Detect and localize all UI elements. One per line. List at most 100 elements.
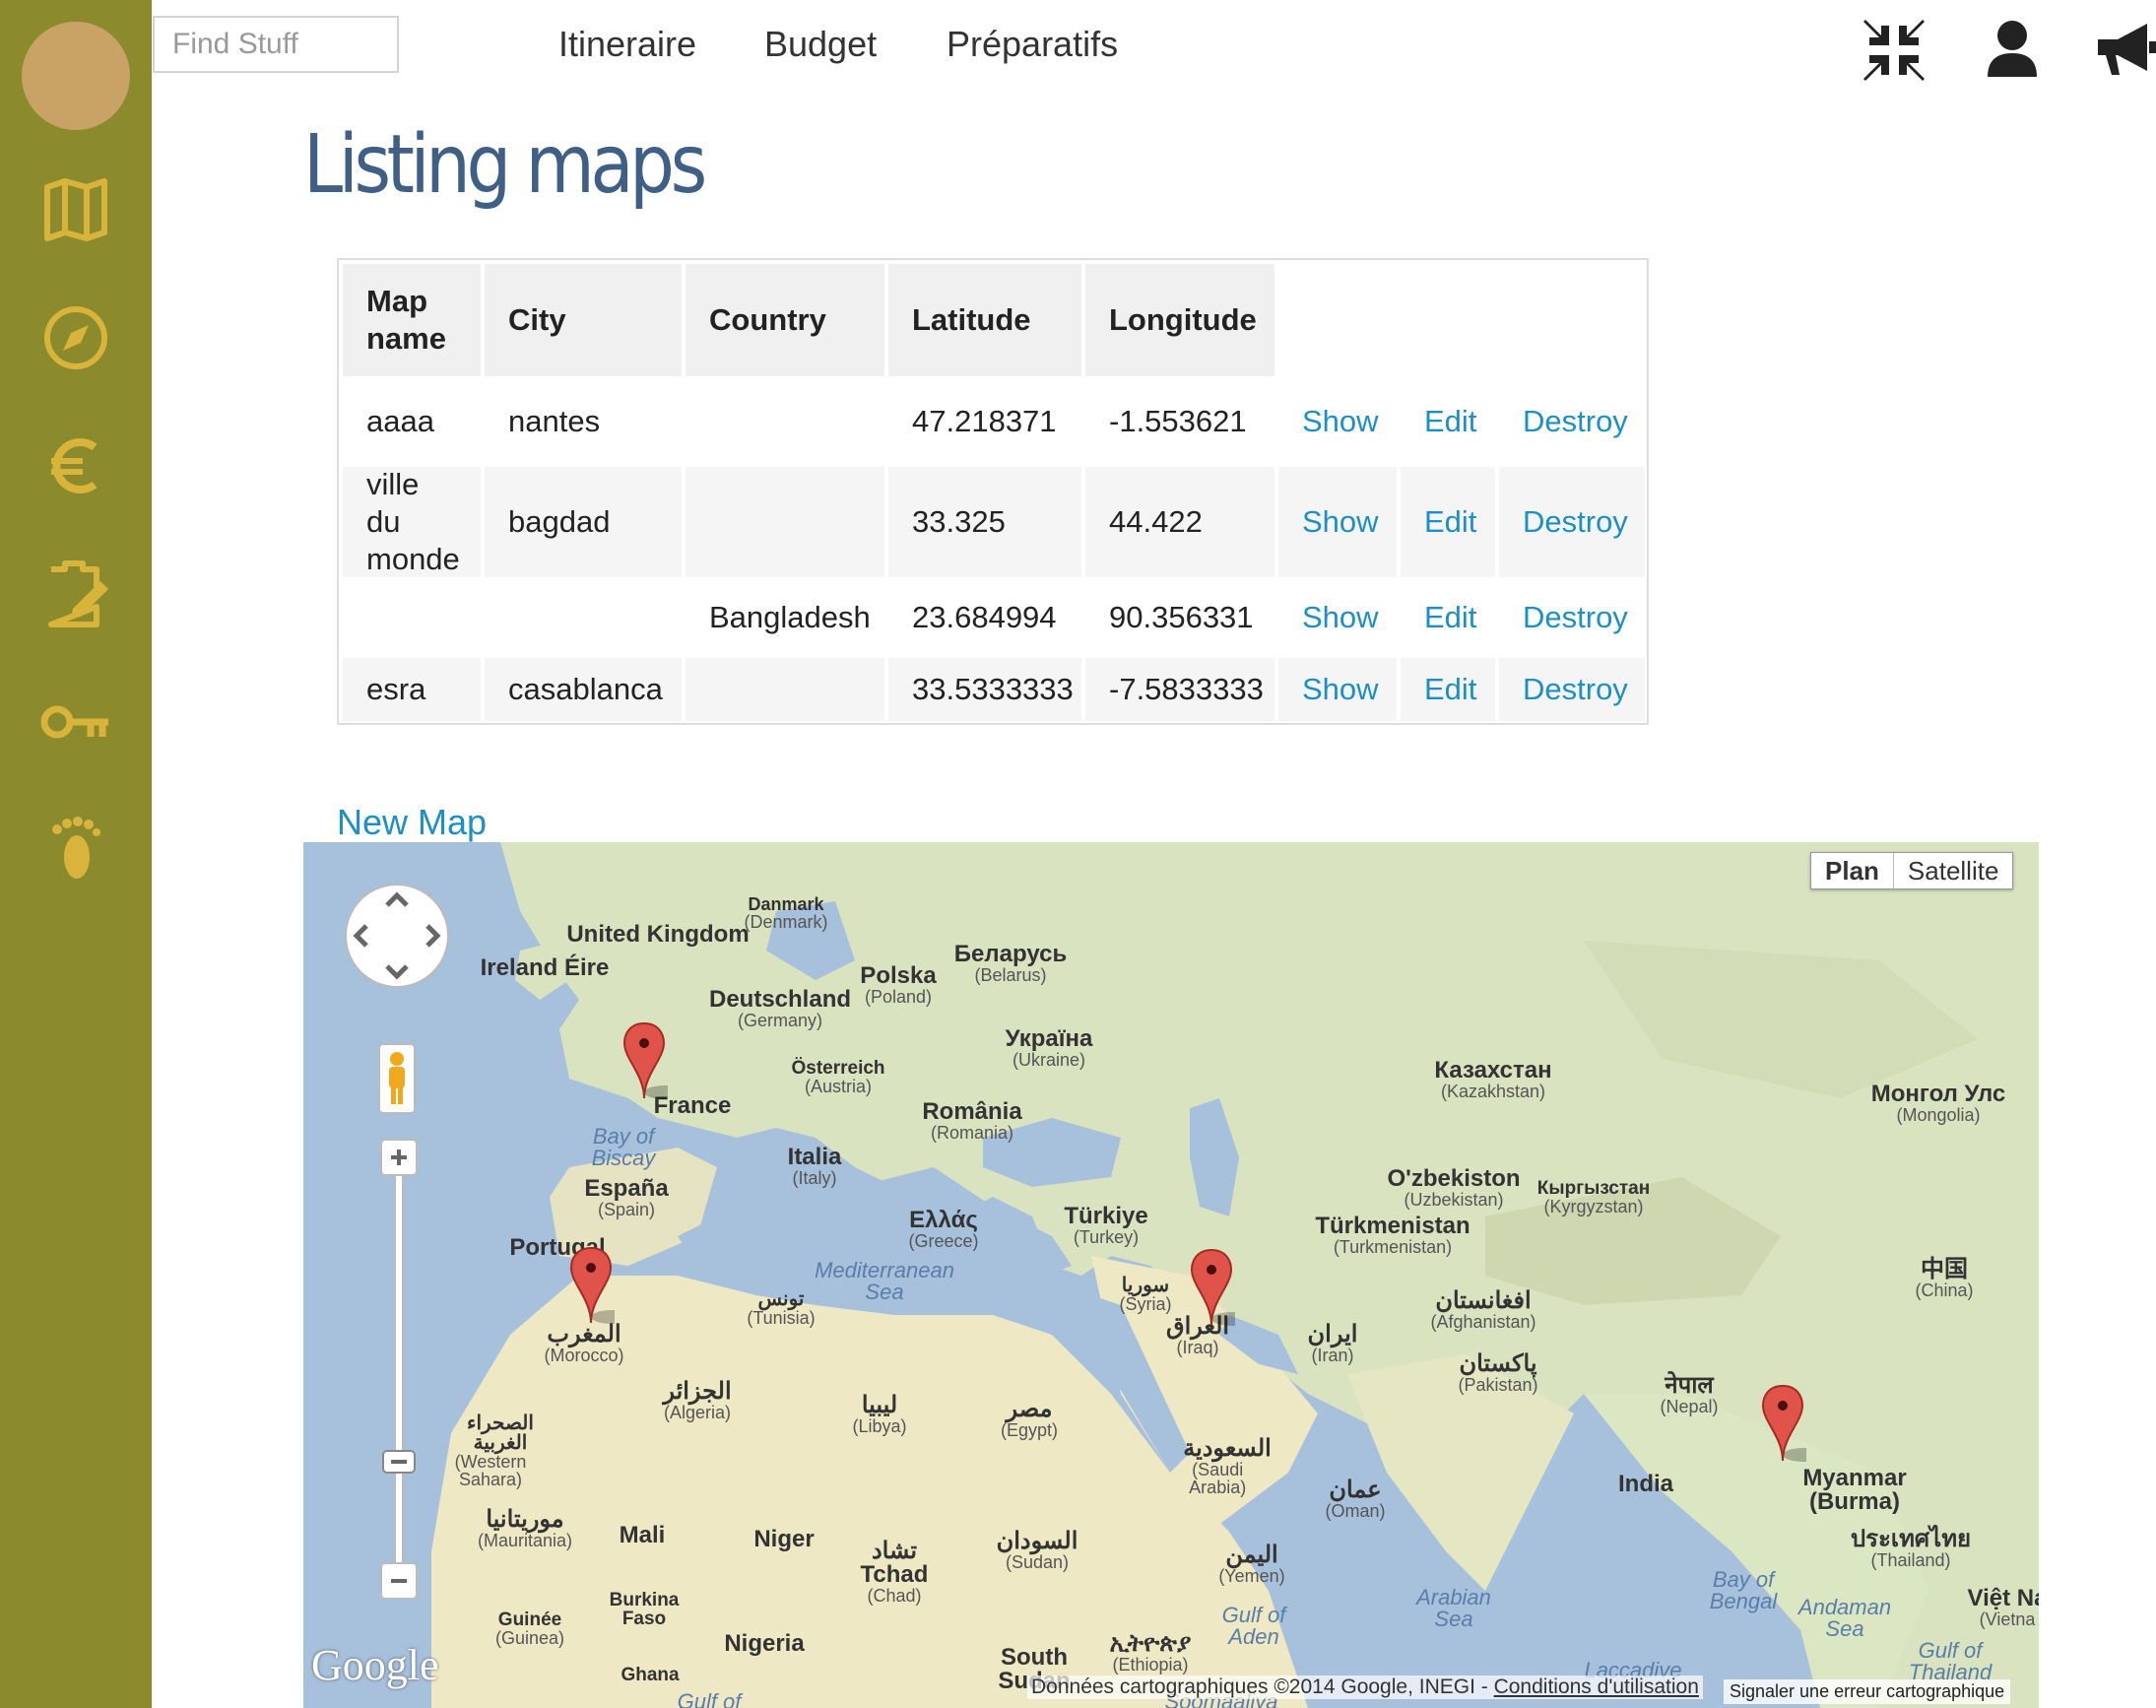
avatar[interactable] xyxy=(22,22,130,130)
map-label: المغرب (Morocco) xyxy=(544,1321,624,1365)
cell-latitude: 23.684994 xyxy=(912,600,1057,634)
edit-link[interactable]: Edit xyxy=(1401,658,1495,721)
map-label: Türkmenistan (Turkmenistan) xyxy=(1315,1213,1470,1257)
map-view[interactable]: Danmark (Denmark) United Kingdom Ireland … xyxy=(303,842,2039,1708)
map-pin-icon[interactable] xyxy=(1188,1248,1235,1327)
report-error-link[interactable]: Signaler une erreur cartographique xyxy=(1724,1679,2011,1704)
header-longitude: Longitude xyxy=(1085,264,1274,376)
key-icon[interactable] xyxy=(39,686,112,758)
map-label: الجزائر (Algeria) xyxy=(663,1378,732,1422)
map-label: 中国 (China) xyxy=(1915,1256,1974,1300)
header-country: Country xyxy=(686,264,884,376)
map-label: ኢትዮጵያ (Ethiopia) xyxy=(1109,1630,1192,1675)
map-label: Burkina Faso xyxy=(609,1590,680,1629)
map-pin-icon[interactable] xyxy=(1759,1384,1806,1463)
destroy-link[interactable]: Destroy xyxy=(1499,467,1645,577)
cell-longitude: 44.422 xyxy=(1085,467,1274,577)
show-link[interactable]: Show xyxy=(1278,380,1397,463)
attribution-text: Données cartographiques ©2014 Google, IN… xyxy=(1031,1675,1494,1698)
checklist-icon[interactable] xyxy=(39,558,112,630)
user-icon[interactable] xyxy=(1978,16,2047,85)
map-label: Монгол Улс (Mongolia) xyxy=(1870,1081,2006,1125)
footprint-icon[interactable] xyxy=(39,814,112,887)
sea-label: Arabian Sea xyxy=(1416,1585,1491,1631)
map-label: România (Romania) xyxy=(922,1098,1022,1143)
map-label: नेपाल (Nepal) xyxy=(1660,1372,1719,1416)
cell-country xyxy=(686,658,884,721)
show-link[interactable]: Show xyxy=(1278,467,1397,577)
map-pin-icon[interactable] xyxy=(567,1246,615,1325)
show-link[interactable]: Show xyxy=(1278,581,1397,654)
map-label: تشاد Tchad (Chad) xyxy=(860,1538,929,1606)
sea-label: Andaman Sea xyxy=(1797,1595,1892,1641)
search-input[interactable] xyxy=(153,16,399,73)
map-label: Mali xyxy=(619,1522,666,1548)
cell-city: casablanca xyxy=(485,658,682,721)
cell-latitude: 33.325 xyxy=(888,467,1081,577)
header-city: City xyxy=(485,264,682,376)
cell-map-name: ville du monde xyxy=(343,467,481,577)
euro-icon[interactable] xyxy=(39,429,112,502)
cell-longitude: -1.553621 xyxy=(1109,404,1247,438)
new-map-link[interactable]: New Map xyxy=(337,802,487,843)
pan-control[interactable] xyxy=(343,882,451,990)
map-label: Guinée (Guinea) xyxy=(494,1609,565,1648)
sea-label: Gulf of xyxy=(677,1689,742,1708)
cell-map-name xyxy=(343,581,481,654)
map-label: Polska (Poland) xyxy=(860,962,937,1007)
nav-itineraire[interactable]: Itineraire xyxy=(558,24,696,65)
map-icon[interactable] xyxy=(39,173,112,246)
map-label: مصر (Egypt) xyxy=(1000,1396,1059,1440)
map-pin-icon[interactable] xyxy=(621,1021,668,1100)
cell-country: Bangladesh xyxy=(709,600,871,634)
map-label: سوريا (Syria) xyxy=(1119,1275,1172,1314)
map-label: Niger xyxy=(753,1526,815,1552)
map-label: الصحراء الغربية (Western Sahara) xyxy=(454,1412,534,1489)
cell-city: nantes xyxy=(508,404,601,438)
cell-city xyxy=(485,581,682,654)
map-label: Việt Na(Vietna xyxy=(1967,1585,2039,1629)
cell-country xyxy=(686,380,884,463)
nav-budget[interactable]: Budget xyxy=(764,24,877,65)
cell-latitude: 47.218371 xyxy=(912,404,1057,438)
maps-table: Map name City Country Latitude Longitude… xyxy=(337,258,1649,725)
edit-link[interactable]: Edit xyxy=(1401,467,1495,577)
sea-label: Gulf of Thailand xyxy=(1908,1638,1993,1684)
terms-link[interactable]: Conditions d'utilisation xyxy=(1494,1675,1699,1698)
edit-link[interactable]: Edit xyxy=(1401,380,1495,463)
map-type-plan-button[interactable]: Plan xyxy=(1811,853,1894,888)
map-label: Danmark (Denmark) xyxy=(744,894,828,932)
map-type-satellite-button[interactable]: Satellite xyxy=(1894,853,2013,888)
map-label: Türkiye (Turkey) xyxy=(1064,1203,1148,1247)
compass-icon[interactable] xyxy=(39,301,112,374)
sea-label: Mediterranean Sea xyxy=(815,1258,954,1304)
zoom-control[interactable] xyxy=(379,1138,419,1601)
megaphone-icon[interactable] xyxy=(2090,16,2156,85)
pegman-icon[interactable] xyxy=(378,1043,416,1114)
destroy-link[interactable]: Destroy xyxy=(1499,581,1645,654)
page-title: Listing maps xyxy=(303,118,707,212)
map-label: Ireland Éire xyxy=(480,954,610,981)
map-label: ประเทศไทย (Thailand) xyxy=(1850,1526,1972,1570)
destroy-link[interactable]: Destroy xyxy=(1499,380,1645,463)
cell-map-name: aaaa xyxy=(366,404,434,438)
destroy-link[interactable]: Destroy xyxy=(1499,658,1645,721)
cell-city: bagdad xyxy=(485,467,682,577)
map-label: Беларусь (Belarus) xyxy=(953,941,1068,985)
map-label: Ghana xyxy=(621,1665,680,1685)
map-label: O'zbekiston (Uzbekistan) xyxy=(1387,1165,1521,1210)
map-label: España (Spain) xyxy=(584,1175,669,1219)
map-label: Казахстан (Kazakhstan) xyxy=(1434,1057,1552,1101)
map-label: Україна (Ukraine) xyxy=(1005,1025,1093,1070)
nav-preparatifs[interactable]: Préparatifs xyxy=(947,24,1118,65)
sea-label: Bay of Biscay xyxy=(591,1124,656,1170)
google-logo: Google xyxy=(311,1641,439,1689)
show-link[interactable]: Show xyxy=(1278,658,1397,721)
map-label: ليبيا (Libya) xyxy=(852,1392,907,1436)
cell-map-name: esra xyxy=(343,658,481,721)
compress-icon[interactable] xyxy=(1860,16,1928,85)
header-latitude: Latitude xyxy=(888,264,1081,376)
map-label: Österreich (Austria) xyxy=(791,1058,885,1096)
edit-link[interactable]: Edit xyxy=(1401,581,1495,654)
map-label: United Kingdom xyxy=(566,921,750,948)
